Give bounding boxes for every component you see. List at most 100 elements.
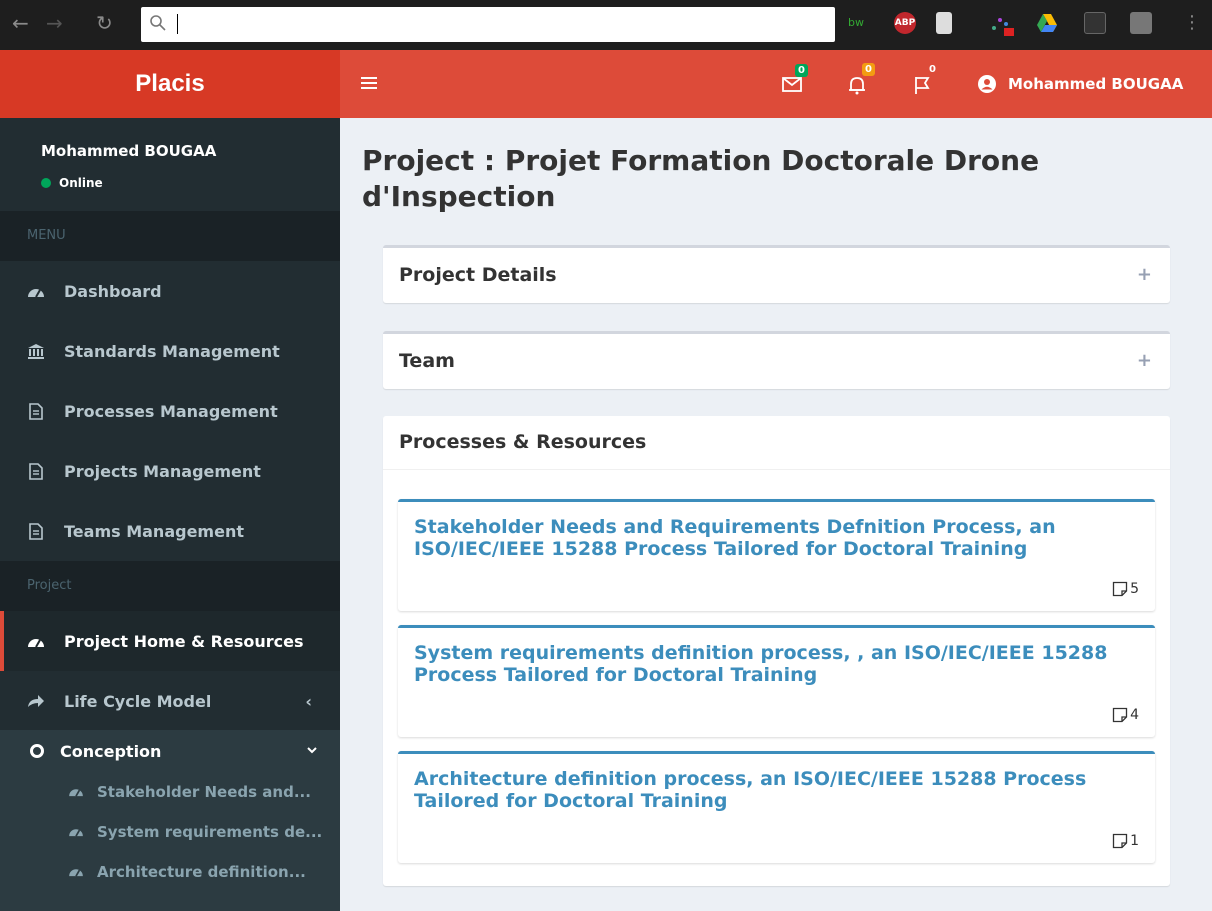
dashboard-icon <box>68 823 84 841</box>
tasks-badge: 0 <box>929 64 936 75</box>
main-header: Placis 0 0 0 Mohammed BOUGAA <box>0 50 1212 118</box>
sidebar-item-project-home[interactable]: Project Home & Resources <box>0 611 340 671</box>
dashboard-icon <box>68 783 84 801</box>
address-bar[interactable] <box>141 7 835 42</box>
graph-extension-icon[interactable] <box>990 12 1014 36</box>
forward-arrow-icon[interactable]: → <box>46 13 63 33</box>
messages-badge: 0 <box>795 64 808 77</box>
resource-count[interactable]: 5 <box>1112 581 1139 597</box>
user-panel: Mohammed BOUGAA Online <box>0 118 340 211</box>
sidebar-user-name: Mohammed BOUGAA <box>41 142 217 160</box>
process-link[interactable]: System requirements definition process, … <box>414 642 1124 686</box>
project-details-box: Project Details + <box>383 245 1170 303</box>
sidebar-item-label: Project Home & Resources <box>64 631 304 651</box>
sidebar-subitem-label: Architecture definition... <box>97 863 306 881</box>
circle-icon <box>30 744 44 758</box>
user-avatar-icon <box>978 75 996 93</box>
sidebar-item-label: Dashboard <box>64 281 162 301</box>
user-menu[interactable]: Mohammed BOUGAA <box>978 50 1183 118</box>
share-arrow-icon <box>26 694 46 708</box>
dashboard-icon <box>26 634 46 648</box>
resource-count-value: 4 <box>1130 707 1139 723</box>
box-title: Processes & Resources <box>399 431 647 453</box>
bw-extension-icon[interactable]: bw <box>848 12 872 34</box>
sidebar-item-label: Processes Management <box>64 401 278 421</box>
google-drive-icon[interactable] <box>1036 12 1058 34</box>
resource-count-value: 5 <box>1130 581 1139 597</box>
sidebar-item-processes[interactable]: Processes Management <box>0 381 340 441</box>
process-card: Stakeholder Needs and Requirements Defni… <box>398 499 1155 611</box>
sidebar-item-label: Projects Management <box>64 461 261 481</box>
sidebar-subitem-label: Stakeholder Needs and... <box>97 783 311 801</box>
tasks-button[interactable]: 0 <box>914 64 936 99</box>
box-title: Project Details <box>399 264 557 286</box>
processes-resources-box: Processes & Resources Stakeholder Needs … <box>383 416 1170 886</box>
file-icon <box>26 462 46 480</box>
text-caret <box>177 14 178 34</box>
sidebar-item-label: Life Cycle Model <box>64 691 212 711</box>
status-dot-icon <box>41 178 51 188</box>
search-icon <box>150 15 166 31</box>
sidebar-item-conception[interactable]: Conception <box>0 730 340 772</box>
notifications-badge: 0 <box>862 63 875 76</box>
conception-label: Conception <box>60 741 162 761</box>
sidebar-item-label: Teams Management <box>64 521 244 541</box>
adblock-extension-icon[interactable]: ABP <box>894 12 916 34</box>
sidebar-toggle-icon[interactable] <box>361 77 377 92</box>
messages-button[interactable]: 0 <box>782 64 808 97</box>
page-title: Project : Projet Formation Doctorale Dro… <box>362 144 1040 213</box>
process-link[interactable]: Stakeholder Needs and Requirements Defni… <box>414 516 1124 560</box>
content-wrapper: Project : Projet Formation Doctorale Dro… <box>340 118 1212 911</box>
lightbulb-extension-icon[interactable] <box>1084 12 1106 34</box>
bank-icon <box>26 343 46 359</box>
sidebar-item-label: Standards Management <box>64 341 280 361</box>
resource-count[interactable]: 1 <box>1112 833 1139 849</box>
online-status: Online <box>41 176 103 190</box>
menu-header: MENU <box>0 211 340 261</box>
note-icon <box>1112 833 1128 849</box>
linkedin-extension-icon[interactable] <box>1130 12 1152 34</box>
expand-plus-icon[interactable]: + <box>1137 264 1152 285</box>
back-arrow-icon[interactable]: ← <box>12 13 29 33</box>
status-label: Online <box>59 176 103 190</box>
file-icon <box>26 402 46 420</box>
document-extension-icon[interactable] <box>936 12 952 34</box>
sidebar-item-projects[interactable]: Projects Management <box>0 441 340 501</box>
bell-icon <box>849 77 865 95</box>
dashboard-icon <box>26 284 46 298</box>
conception-submenu: Conception Stakeholder Needs and... Syst… <box>0 730 340 911</box>
sidebar-subitem-label: System requirements de... <box>97 823 323 841</box>
team-box: Team + <box>383 331 1170 389</box>
box-divider <box>383 469 1170 470</box>
sidebar-item-teams[interactable]: Teams Management <box>0 501 340 561</box>
resource-count-value: 1 <box>1130 833 1139 849</box>
reload-icon[interactable]: ↻ <box>96 13 113 33</box>
project-header: Project <box>0 561 340 611</box>
sidebar-item-dashboard[interactable]: Dashboard <box>0 261 340 321</box>
process-link[interactable]: Architecture definition process, an ISO/… <box>414 768 1124 812</box>
process-card: Architecture definition process, an ISO/… <box>398 751 1155 863</box>
note-icon <box>1112 581 1128 597</box>
notifications-button[interactable]: 0 <box>848 63 875 99</box>
box-title: Team <box>399 350 455 372</box>
resource-count[interactable]: 4 <box>1112 707 1139 723</box>
dashboard-icon <box>68 863 84 881</box>
chevron-down-icon <box>307 747 317 754</box>
flag-icon <box>915 77 930 94</box>
app-logo[interactable]: Placis <box>0 50 340 118</box>
envelope-icon <box>782 77 802 92</box>
sidebar-item-standards[interactable]: Standards Management <box>0 321 340 381</box>
browser-toolbar: ← → ↻ bw ABP ⋮ <box>0 0 1212 50</box>
process-card: System requirements definition process, … <box>398 625 1155 737</box>
header-user-name: Mohammed BOUGAA <box>1008 75 1184 93</box>
sidebar-subitem-system-requirements[interactable]: System requirements de... <box>0 812 340 852</box>
expand-plus-icon[interactable]: + <box>1137 350 1152 371</box>
sidebar-item-life-cycle[interactable]: Life Cycle Model ‹ <box>0 671 340 731</box>
note-icon <box>1112 707 1128 723</box>
chevron-left-icon: ‹ <box>305 691 312 711</box>
file-icon <box>26 522 46 540</box>
sidebar-subitem-architecture[interactable]: Architecture definition... <box>0 852 340 892</box>
sidebar: Mohammed BOUGAA Online MENU Dashboard St… <box>0 118 340 911</box>
sidebar-subitem-stakeholder[interactable]: Stakeholder Needs and... <box>0 772 340 812</box>
browser-menu-icon[interactable]: ⋮ <box>1183 13 1201 33</box>
